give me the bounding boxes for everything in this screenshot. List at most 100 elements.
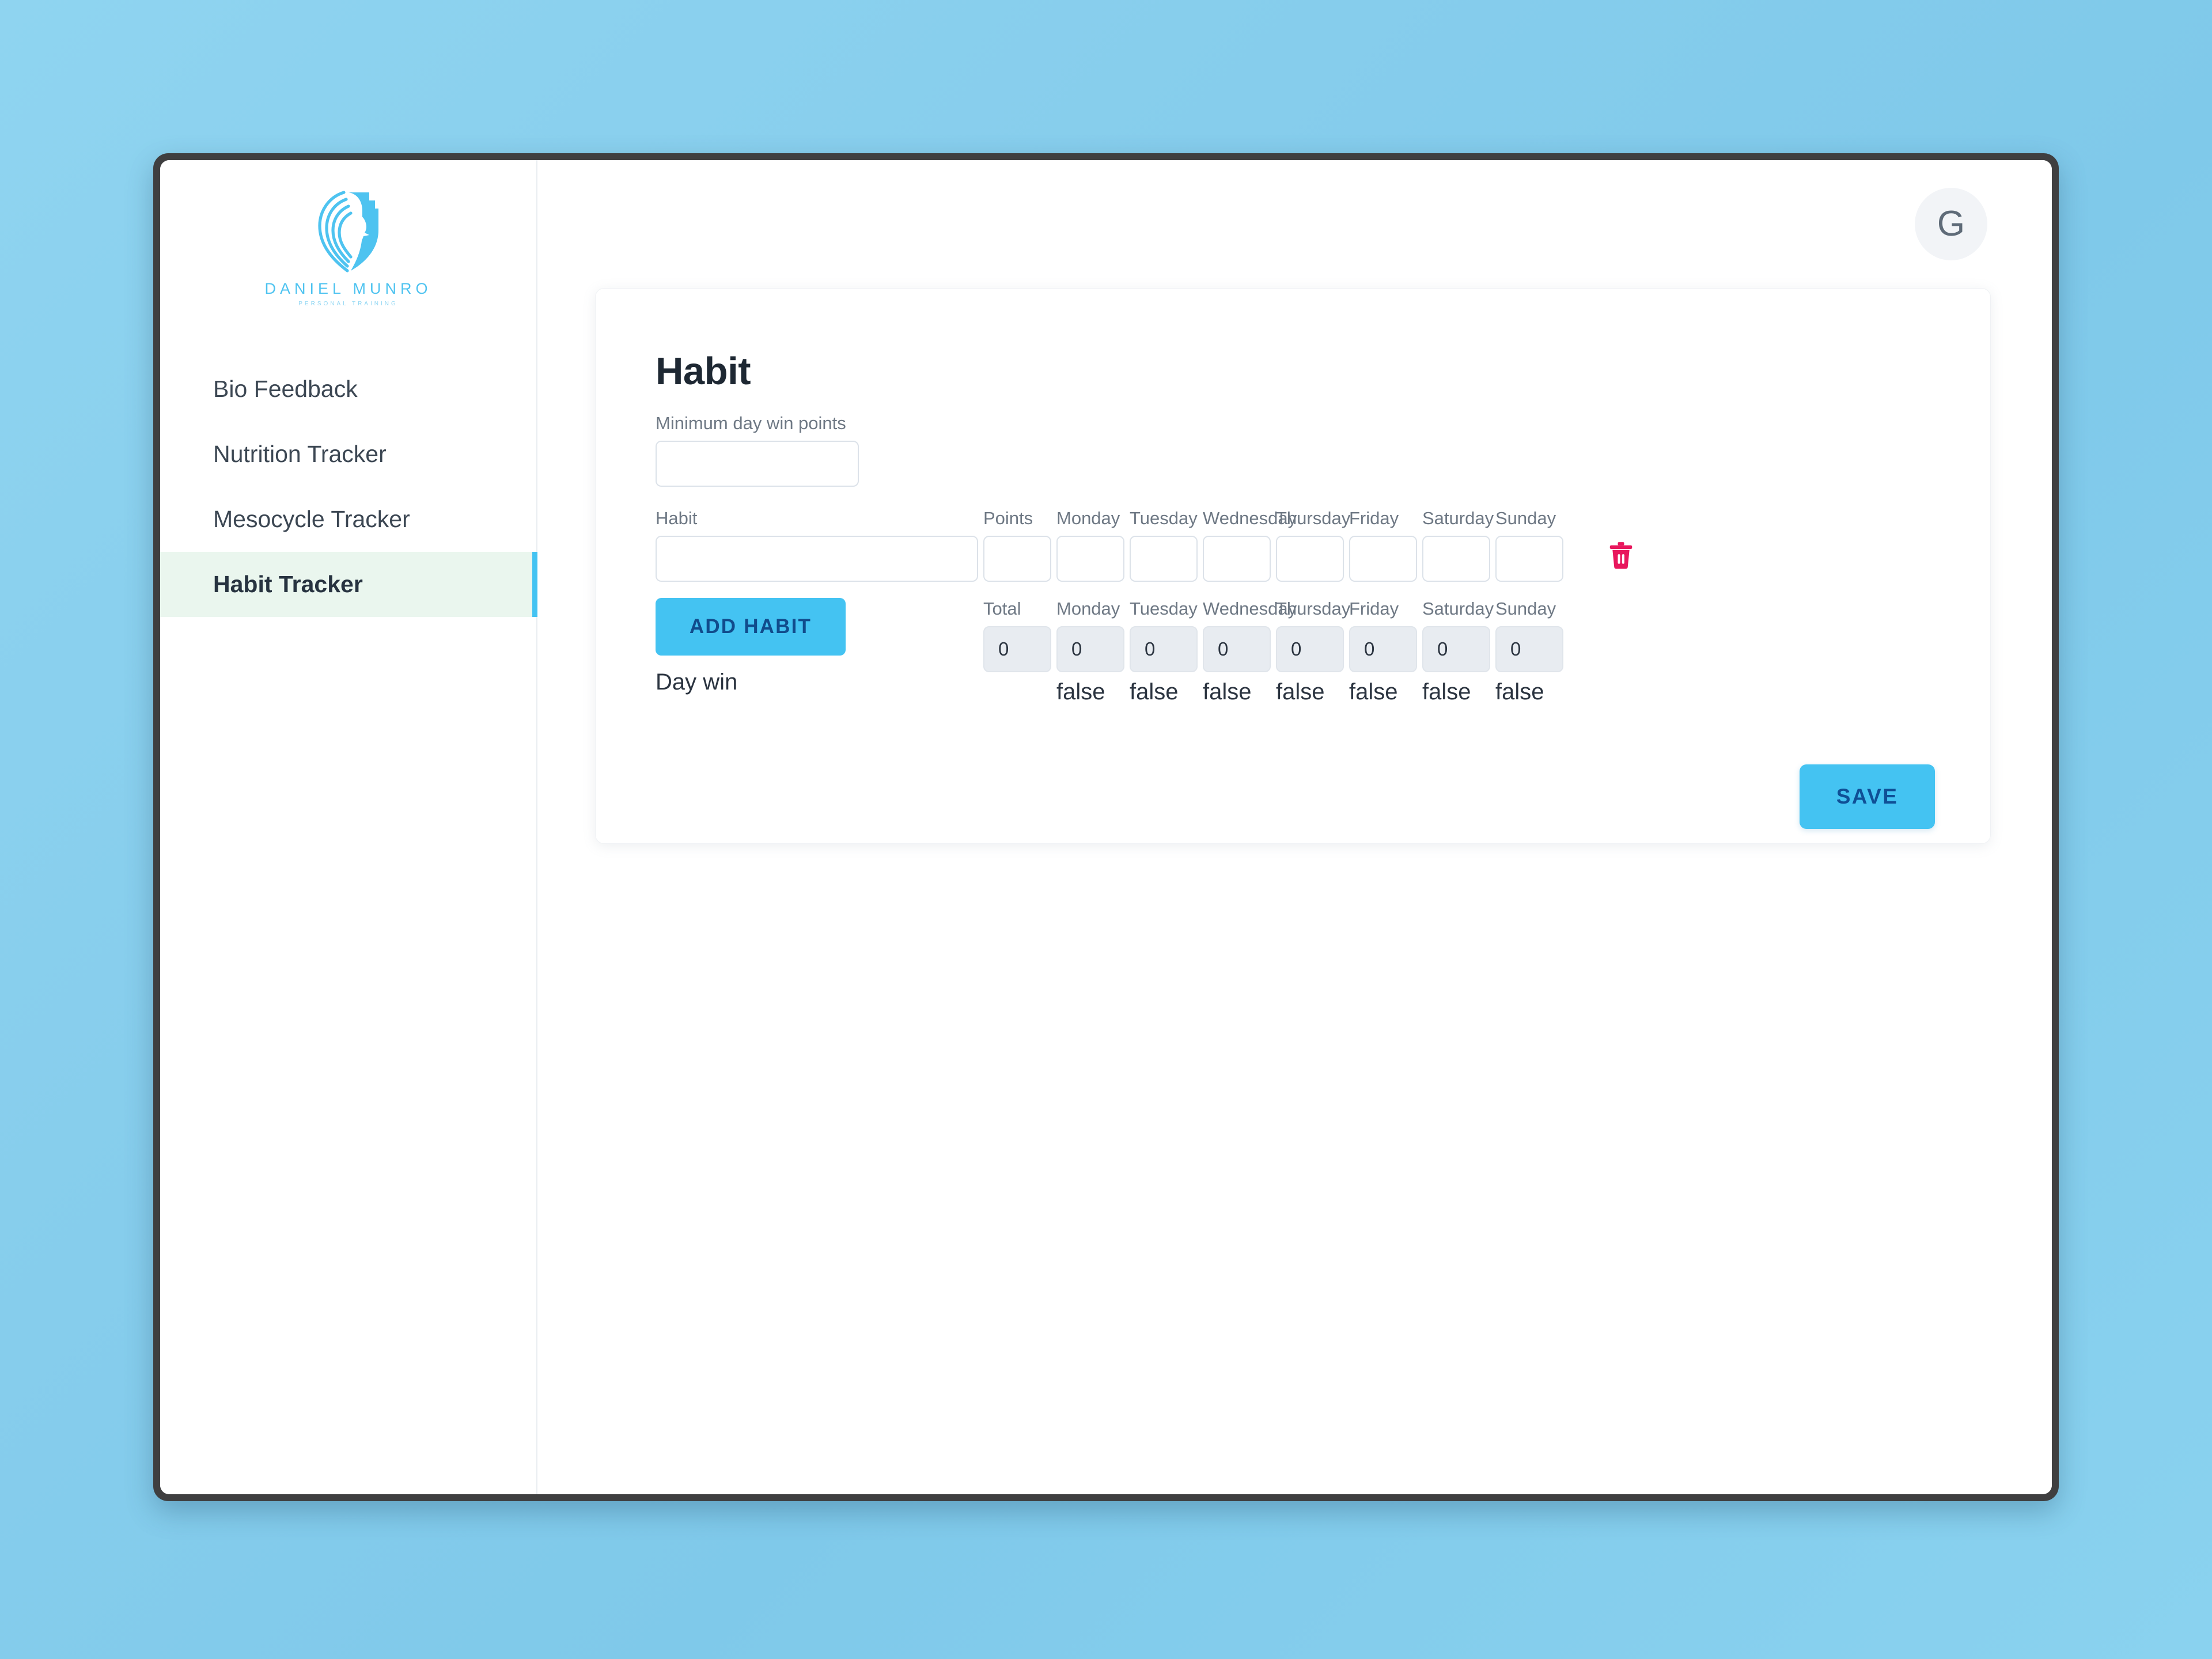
brand-wordmark: DANIEL MUNRO — [264, 280, 432, 297]
col-header-saturday: Saturday — [1422, 508, 1494, 529]
sidebar-item-label: Nutrition Tracker — [213, 441, 387, 467]
totals-saturday-cell — [1422, 620, 1490, 672]
totals-header-sunday: Sunday — [1495, 598, 1556, 619]
sidebar-item-habit-tracker[interactable]: Habit Tracker — [160, 552, 537, 617]
habit-entry-row: Habit Points Monday Tuesday Wednesday Th… — [656, 507, 1935, 582]
habit-thursday-input[interactable] — [1276, 535, 1344, 582]
sidebar-item-mesocycle-tracker[interactable]: Mesocycle Tracker — [160, 487, 536, 552]
avatar-initial: G — [1937, 204, 1965, 244]
totals-header-saturday: Saturday — [1422, 598, 1494, 619]
habit-points-cell — [983, 530, 1051, 582]
day-win-flag-wednesday: false — [1203, 679, 1252, 704]
day-win-flag-saturday: false — [1422, 679, 1471, 704]
topbar: G — [537, 160, 2052, 288]
trash-icon[interactable] — [1608, 541, 1634, 569]
habit-name-input[interactable] — [656, 535, 978, 582]
totals-tuesday-cell — [1130, 620, 1198, 672]
totals-col-monday: Monday false — [1056, 598, 1124, 703]
totals-header-thursday: Thursday — [1276, 598, 1351, 619]
habit-name-cell — [656, 530, 978, 582]
habit-monday-cell — [1056, 530, 1124, 582]
totals-header-friday: Friday — [1349, 598, 1399, 619]
habit-tuesday-cell — [1130, 530, 1198, 582]
col-header-monday: Monday — [1056, 508, 1120, 529]
app-window-frame: DANIEL MUNRO PERSONAL TRAINING Bio Feedb… — [153, 153, 2059, 1501]
user-avatar-icon[interactable]: G — [1915, 188, 1987, 260]
habit-card: Habit Minimum day win points Habit Point… — [595, 288, 1991, 844]
totals-thursday-cell — [1276, 620, 1344, 672]
habit-wednesday-input[interactable] — [1203, 535, 1271, 582]
totals-friday-cell — [1349, 620, 1417, 672]
page-title: Habit — [656, 350, 751, 393]
totals-col-thursday: Thursday false — [1276, 598, 1351, 704]
habit-friday-input[interactable] — [1349, 535, 1417, 582]
left-actions: ADD HABIT Day win — [656, 597, 978, 695]
sidebar-item-label: Bio Feedback — [213, 376, 358, 402]
totals-header-total: Total — [983, 598, 1021, 619]
totals-sunday-value — [1495, 626, 1563, 672]
col-header-friday: Friday — [1349, 508, 1399, 529]
habit-monday-input[interactable] — [1056, 535, 1124, 582]
brand-subwordmark: PERSONAL TRAINING — [298, 301, 398, 307]
day-win-label: Day win — [656, 669, 738, 695]
col-header-points: Points — [983, 508, 1033, 529]
col-header-tuesday: Tuesday — [1130, 508, 1198, 529]
min-day-win-points-label: Minimum day win points — [656, 413, 846, 433]
habit-tuesday-input[interactable] — [1130, 535, 1198, 582]
habit-wednesday-cell — [1203, 530, 1271, 582]
sidebar: DANIEL MUNRO PERSONAL TRAINING Bio Feedb… — [160, 160, 537, 1494]
habit-sunday-cell — [1495, 530, 1563, 582]
sidebar-item-label: Mesocycle Tracker — [213, 506, 410, 532]
sidebar-item-bio-feedback[interactable]: Bio Feedback — [160, 357, 536, 422]
totals-wednesday-cell — [1203, 620, 1271, 672]
save-row: SAVE — [596, 764, 1990, 829]
habit-saturday-input[interactable] — [1422, 535, 1490, 582]
habit-points-input[interactable] — [983, 535, 1051, 582]
totals-header-tuesday: Tuesday — [1130, 598, 1198, 619]
totals-col-total: Total — [983, 598, 1051, 672]
totals-col-friday: Friday false — [1349, 598, 1417, 703]
totals-col-sunday: Sunday false — [1495, 598, 1563, 703]
totals-total-value — [983, 626, 1051, 672]
totals-sunday-cell — [1495, 620, 1563, 672]
col-header-wednesday: Wednesday — [1203, 508, 1297, 529]
totals-col-saturday: Saturday false — [1422, 598, 1494, 704]
habit-thursday-cell — [1276, 530, 1344, 582]
sidebar-nav: Bio Feedback Nutrition Tracker Mesocycle… — [160, 357, 537, 617]
totals-header-wednesday: Wednesday — [1203, 598, 1297, 619]
totals-col-wednesday: Wednesday false — [1203, 598, 1297, 704]
app-viewport: DANIEL MUNRO PERSONAL TRAINING Bio Feedb… — [160, 160, 2052, 1494]
habit-saturday-cell — [1422, 530, 1490, 582]
habit-entry-grid: Habit Points Monday Tuesday Wednesday Th… — [656, 507, 1563, 582]
totals-wednesday-value — [1203, 626, 1271, 672]
lion-head-shield-icon — [314, 188, 383, 275]
main-content: G Habit Minimum day win points Habit Poi… — [537, 160, 2052, 1494]
totals-saturday-value — [1422, 626, 1490, 672]
totals-col-tuesday: Tuesday false — [1130, 598, 1198, 703]
totals-monday-cell — [1056, 620, 1124, 672]
brand-logo: DANIEL MUNRO PERSONAL TRAINING — [160, 160, 536, 307]
day-win-flag-monday: false — [1056, 679, 1105, 704]
day-win-flag-friday: false — [1349, 679, 1398, 704]
col-header-thursday: Thursday — [1276, 508, 1351, 529]
col-header-habit: Habit — [656, 508, 698, 529]
sidebar-item-label: Habit Tracker — [213, 571, 363, 597]
habit-totals-row: ADD HABIT Day win Total 0 Monday 0 false… — [656, 597, 1935, 703]
totals-monday-value — [1056, 626, 1124, 672]
habit-totals-grid: Total Monday fal — [978, 598, 1563, 703]
min-day-win-points-input[interactable] — [656, 441, 859, 487]
day-win-flag-thursday: false — [1276, 679, 1325, 704]
habit-sunday-input[interactable] — [1495, 535, 1563, 582]
col-header-sunday: Sunday — [1495, 508, 1556, 529]
day-win-flag-tuesday: false — [1130, 679, 1179, 704]
totals-thursday-value — [1276, 626, 1344, 672]
totals-tuesday-value — [1130, 626, 1198, 672]
totals-friday-value — [1349, 626, 1417, 672]
habit-friday-cell — [1349, 530, 1417, 582]
totals-total-cell — [983, 620, 1051, 672]
min-day-win-points-field: Minimum day win points — [656, 412, 1935, 487]
add-habit-button[interactable]: ADD HABIT — [656, 597, 846, 656]
save-button[interactable]: SAVE — [1800, 764, 1935, 829]
totals-header-monday: Monday — [1056, 598, 1120, 619]
sidebar-item-nutrition-tracker[interactable]: Nutrition Tracker — [160, 422, 536, 487]
